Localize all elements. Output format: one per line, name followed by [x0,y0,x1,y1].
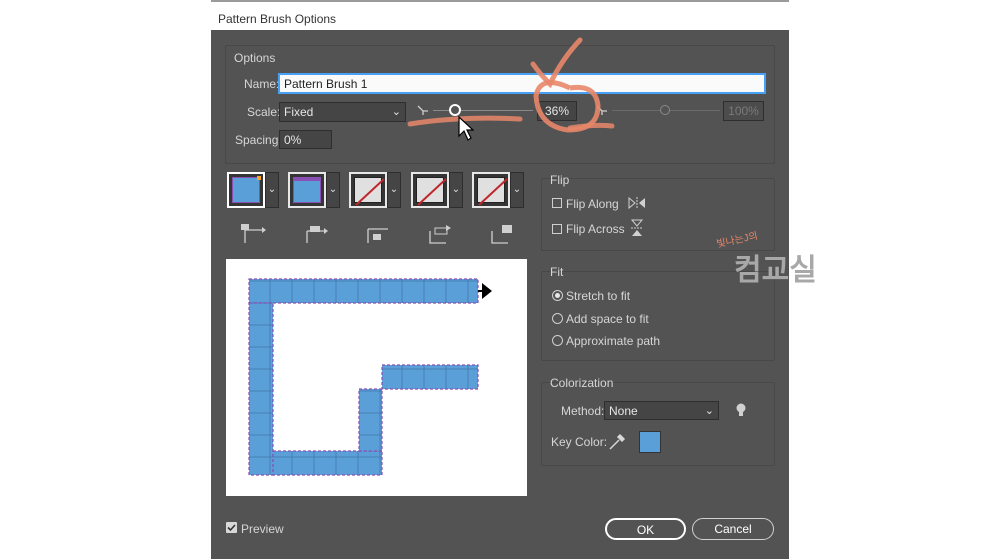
outer-corner-tile-selector[interactable]: ⌄ [288,172,340,208]
flip-group-label: Flip [550,173,570,187]
scale-dropdown[interactable]: Fixed ⌄ [279,102,406,122]
name-label: Name: [244,77,280,91]
side-tile-icon [241,224,266,243]
scale-dropdown-value: Fixed [284,105,314,119]
end-tile-selector[interactable]: ⌄ [472,172,524,208]
method-label: Method: [561,404,605,418]
method-dropdown-value: None [609,404,638,418]
pattern-preview-path [248,278,492,476]
scale-label: Scale: [247,105,281,119]
approximate-path-label: Approximate path [566,334,661,348]
start-tile-selector[interactable]: ⌄ [411,172,463,208]
hand-drawn-annotation [407,37,615,133]
cancel-button[interactable]: Cancel [692,518,774,540]
flip-along-label: Flip Along [566,197,619,211]
inner-corner-tile-selector[interactable]: ⌄ [349,172,401,208]
flip-along-checkbox[interactable] [552,198,562,208]
scale-max-slider-thumb[interactable] [660,105,670,115]
outer-corner-tile-icon [306,226,328,243]
key-color-swatch[interactable] [639,431,661,453]
watermark-large-text: 컴교실 [734,254,817,287]
method-dropdown[interactable]: None ⌄ [604,401,719,420]
pattern-preview [226,259,527,496]
side-tile-selector[interactable]: ⌄ [227,172,279,208]
options-group-label: Options [234,51,276,65]
preview-label: Preview [241,522,284,536]
add-space-to-fit-radio[interactable] [552,313,563,324]
lightbulb-tips-icon[interactable] [735,402,747,418]
ok-button[interactable]: OK [605,518,686,540]
key-color-label: Key Color: [551,435,608,449]
end-tile-icon [491,225,512,244]
approximate-path-radio[interactable] [552,335,563,346]
spacing-label: Spacing: [235,133,282,147]
colorization-group-label: Colorization [550,376,614,390]
stretch-to-fit-label: Stretch to fit [566,289,631,303]
start-tile-icon [429,225,451,244]
scale-max-value[interactable]: 100% [723,101,764,121]
preview-checkbox[interactable] [226,522,237,533]
flip-across-icon [630,219,644,236]
flip-across-label: Flip Across [566,222,625,236]
stretch-to-fit-radio[interactable] [552,290,563,301]
mouse-cursor-icon [458,116,474,141]
colorization-group [541,382,775,466]
flip-along-icon [628,196,645,210]
spacing-field[interactable]: 0% [279,130,332,149]
chevron-down-icon: ⌄ [704,405,714,417]
window-title: Pattern Brush Options [218,12,337,26]
inner-corner-tile-icon [367,228,388,243]
fit-group-label: Fit [550,265,564,279]
eyedropper-icon[interactable] [608,433,626,451]
add-space-to-fit-label: Add space to fit [566,312,649,326]
title-bar: Pattern Brush Options [211,0,789,30]
flip-across-checkbox[interactable] [552,224,562,234]
